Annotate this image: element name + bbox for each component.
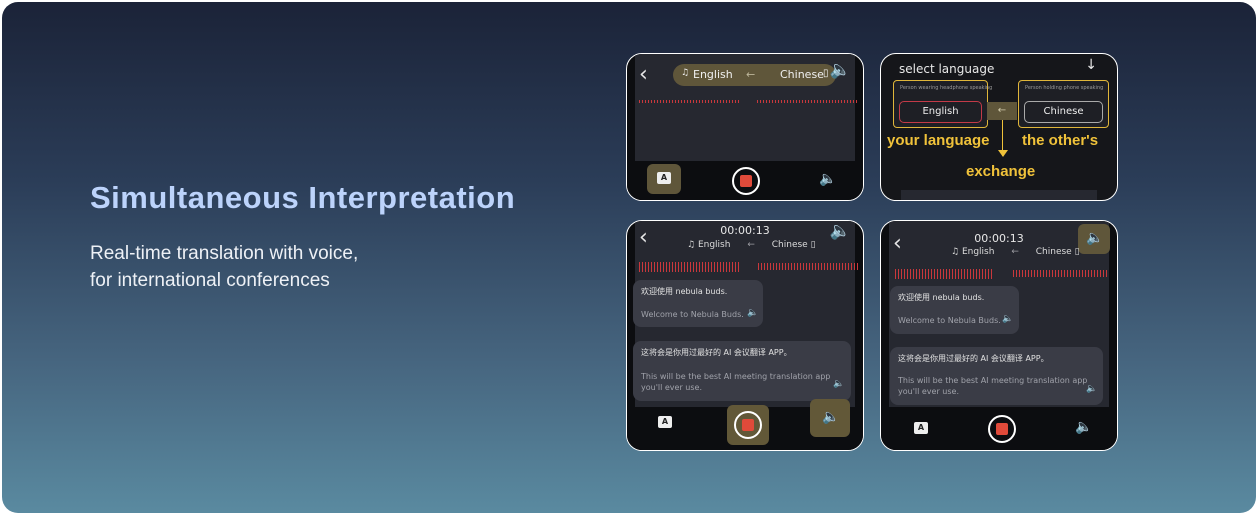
waveform-right (758, 263, 858, 270)
speaker-icon[interactable]: 🔈 (830, 60, 851, 80)
speaker-icon[interactable]: 🔈 (1002, 314, 1013, 324)
speaker-icon[interactable]: 🔈 (830, 221, 851, 241)
lang-right: Chinese (771, 240, 808, 250)
page-title: Simultaneous Interpretation (90, 180, 516, 215)
message-bubble-1: 欢迎使用 nebula buds. Welcome to Nebula Buds… (633, 280, 763, 327)
record-stop-icon (996, 423, 1008, 435)
speaker-icon[interactable]: 🔈 (747, 308, 758, 318)
subtitle-line-2: for international conferences (90, 270, 330, 291)
translate-button-active[interactable]: A (647, 164, 681, 194)
your-language-button[interactable]: English (899, 101, 982, 123)
message-2-chinese: 这将会是你用过最好的 AI 会议翻译 APP。 (898, 354, 1049, 363)
record-stop-button[interactable] (988, 415, 1016, 443)
screen-2-select-language: select language ↓ Person wearing headpho… (880, 53, 1118, 201)
timer: 00:00:13 (974, 232, 1024, 245)
screen-1-content: ‹ ♫ English ← Chinese ▯ 🔈 (635, 54, 859, 161)
swap-arrow-icon: ← (746, 68, 756, 81)
select-language-header: select language (899, 62, 995, 76)
language-row: ♫ English ← Chinese ▯ (951, 247, 1080, 257)
timer: 00:00:13 (720, 224, 770, 237)
message-bubble-2: 这将会是你用过最好的 AI 会议翻译 APP。 This will be the… (633, 341, 851, 401)
phone-icon: ▯ (810, 240, 816, 250)
chevron-left-icon[interactable]: ‹ (639, 64, 648, 86)
phone-icon: ▯ (1074, 247, 1080, 257)
subtitle-line-1: Real-time translation with voice, (90, 243, 359, 264)
message-1-chinese: 欢迎使用 nebula buds. (641, 287, 728, 296)
speaker-button-active[interactable]: 🔈 (1078, 224, 1110, 254)
annotation-your-language: your language (887, 132, 990, 149)
message-bubble-2: 这将会是你用过最好的 AI 会议翻译 APP。 This will be the… (890, 347, 1103, 405)
speaker-icon[interactable]: 🔈 (1075, 419, 1092, 435)
message-2-english-line-2: you'll ever use. (641, 383, 702, 392)
lang-left: English (961, 247, 995, 257)
lang-right: Chinese (780, 68, 824, 81)
other-language-box: Person holding phone speaking Chinese (1018, 80, 1109, 128)
screen-3-content: ‹ 00:00:13 🔈 ♫ English ← Chinese ▯ 欢迎使用 … (633, 221, 858, 407)
annotation-exchange: exchange (966, 163, 1036, 180)
annotation-the-others: the other's (1022, 132, 1099, 149)
headphone-icon: ♫ (687, 240, 696, 250)
language-row: ♫ English ← Chinese ▯ (687, 240, 816, 250)
message-2-english-line-1: This will be the best AI meeting transla… (898, 376, 1088, 385)
translate-icon: A (657, 172, 671, 184)
tiny-caption-right: Person holding phone speaking (1025, 85, 1104, 91)
waveform-left (639, 262, 739, 272)
screen-4-content: ‹ 00:00:13 🔈 ♫ English ← Chinese ▯ 欢迎使用 … (889, 221, 1110, 407)
record-stop-icon (742, 419, 754, 431)
exchange-pointer-head (998, 150, 1008, 157)
waveform-left (639, 100, 739, 103)
screen-2-bottom-strip (901, 190, 1097, 200)
waveform-right (1013, 270, 1109, 277)
screen-3-translating: ‹ 00:00:13 🔈 ♫ English ← Chinese ▯ 欢迎使用 … (626, 220, 864, 451)
headphone-icon: ♫ (951, 247, 960, 257)
speaker-icon: 🔈 (822, 409, 840, 425)
translate-icon[interactable]: A (658, 416, 672, 428)
tiny-caption-left: Person wearing headphone speaking (900, 85, 993, 91)
message-2-english-line-1: This will be the best AI meeting transla… (641, 372, 831, 381)
translate-icon[interactable]: A (914, 422, 928, 434)
arrow-down-icon[interactable]: ↓ (1085, 57, 1097, 73)
waveform-left (895, 269, 993, 279)
speaker-icon[interactable]: 🔈 (1086, 384, 1097, 394)
exchange-arrow-icon[interactable]: ← (987, 102, 1017, 120)
your-language-box: Person wearing headphone speaking Englis… (893, 80, 992, 128)
record-stop-button[interactable] (734, 411, 762, 439)
screen-1-idle: ‹ ♫ English ← Chinese ▯ 🔈 A 🔈 (626, 53, 864, 201)
record-stop-button[interactable] (732, 167, 760, 195)
message-2-chinese: 这将会是你用过最好的 AI 会议翻译 APP。 (641, 348, 792, 357)
lang-left: English (697, 240, 731, 250)
screen-4-controls: A 🔈 (881, 407, 1117, 450)
page-subtitle: Real-time translation with voice, for in… (90, 240, 358, 294)
lang-left: English (693, 68, 733, 81)
swap-arrow-icon: ← (1011, 247, 1019, 257)
message-1-english: Welcome to Nebula Buds. (898, 316, 1001, 325)
speaker-icon[interactable]: 🔈 (833, 379, 844, 389)
record-stop-icon (740, 175, 752, 187)
speaker-button-active[interactable]: 🔈 (810, 399, 850, 437)
message-2-english-line-2: you'll ever use. (898, 387, 959, 396)
lang-right: Chinese (1035, 247, 1072, 257)
message-1-chinese: 欢迎使用 nebula buds. (898, 293, 985, 302)
phone-icon: ▯ (823, 68, 829, 79)
screen-1-controls: A 🔈 (627, 162, 863, 200)
speaker-icon[interactable]: 🔈 (819, 171, 836, 187)
message-1-english: Welcome to Nebula Buds. (641, 310, 744, 319)
swap-arrow-icon: ← (747, 240, 755, 250)
waveform-right (757, 100, 859, 103)
headphone-icon: ♫ (681, 68, 690, 78)
record-button-active[interactable] (727, 405, 769, 445)
speaker-icon: 🔈 (1086, 230, 1104, 246)
language-switch-pill[interactable]: ♫ English ← Chinese ▯ (673, 64, 836, 86)
other-language-button[interactable]: Chinese (1024, 101, 1103, 123)
screen-4-translating: ‹ 00:00:13 🔈 ♫ English ← Chinese ▯ 欢迎使用 … (880, 220, 1118, 451)
screen-3-controls: A 🔈 (627, 399, 863, 450)
message-bubble-1: 欢迎使用 nebula buds. Welcome to Nebula Buds… (890, 286, 1019, 334)
